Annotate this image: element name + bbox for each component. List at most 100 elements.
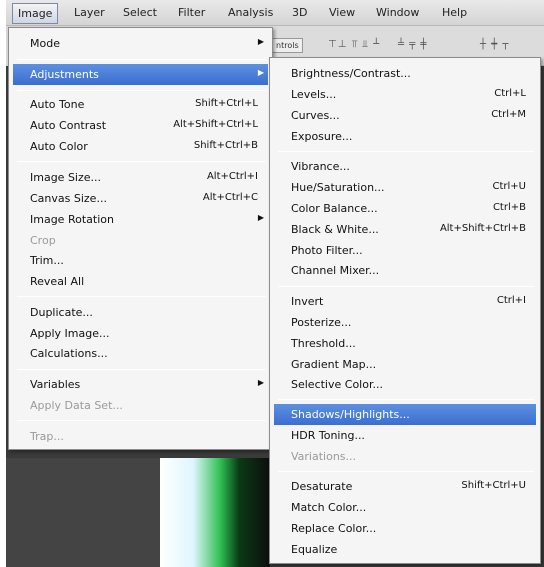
menu-separator bbox=[17, 59, 266, 60]
menu-item-label: Replace Color... bbox=[291, 522, 377, 535]
menu-image[interactable]: Image bbox=[12, 3, 59, 24]
adjustments-item-gradient-map[interactable]: Gradient Map... bbox=[274, 354, 536, 375]
submenu-arrow-icon: ▶ bbox=[257, 213, 264, 222]
adjustments-item-threshold[interactable]: Threshold... bbox=[274, 333, 536, 354]
menu-item-label: Reveal All bbox=[30, 275, 85, 288]
shortcut-label: Alt+Ctrl+I bbox=[206, 171, 258, 182]
menu-separator bbox=[17, 161, 266, 162]
menu-item-label: Threshold... bbox=[291, 337, 356, 350]
menu-item-label: Channel Mixer... bbox=[291, 264, 380, 277]
shortcut-label: Shift+Ctrl+L bbox=[195, 98, 258, 109]
menu-item-label: Crop bbox=[30, 234, 56, 247]
image-menu-item-auto-color[interactable]: Auto Color Shift+Ctrl+B bbox=[13, 136, 268, 157]
adjustments-item-shadows-highlights[interactable]: Shadows/Highlights... bbox=[274, 404, 536, 425]
canvas-background bbox=[6, 458, 160, 567]
adjustments-item-hdr-toning[interactable]: HDR Toning... bbox=[274, 425, 536, 446]
image-menu-item-auto-contrast[interactable]: Auto Contrast Alt+Shift+Ctrl+L bbox=[13, 115, 268, 136]
adjustments-item-levels[interactable]: Levels... Ctrl+L bbox=[274, 84, 536, 105]
adjustments-item-invert[interactable]: Invert Ctrl+I bbox=[274, 291, 536, 312]
menu-view[interactable]: View bbox=[329, 6, 355, 19]
image-menu-item-adjustments[interactable]: Adjustments ▶ bbox=[13, 64, 268, 85]
menu-item-label: Apply Data Set... bbox=[30, 399, 123, 412]
adjustments-submenu: Brightness/Contrast... Levels... Ctrl+L Cur… bbox=[269, 57, 541, 564]
image-menu-item-image-size[interactable]: Image Size... Alt+Ctrl+I bbox=[13, 167, 268, 188]
menu-item-label: Duplicate... bbox=[30, 306, 93, 319]
shortcut-label: Ctrl+B bbox=[492, 202, 526, 213]
image-menu-item-duplicate[interactable]: Duplicate... bbox=[13, 302, 268, 323]
menu-item-label: Variables bbox=[30, 378, 81, 391]
menu-analysis[interactable]: Analysis bbox=[228, 6, 273, 19]
image-menu-item-image-rotation[interactable]: Image Rotation ▶ bbox=[13, 209, 268, 230]
shortcut-label: Shift+Ctrl+B bbox=[193, 140, 258, 151]
menu-item-label: Apply Image... bbox=[30, 327, 110, 340]
shortcut-label: Ctrl+U bbox=[492, 181, 527, 192]
menu-separator bbox=[17, 369, 266, 370]
menu-separator bbox=[17, 420, 266, 421]
menu-item-label: Levels... bbox=[291, 88, 337, 101]
menu-item-label: Adjustments bbox=[30, 68, 99, 81]
menu-separator bbox=[278, 151, 534, 152]
submenu-arrow-icon: ▶ bbox=[257, 37, 264, 46]
menu-item-label: Color Balance... bbox=[291, 202, 378, 215]
align-icons[interactable]: ⊤⊥ ⫪ ⫫ ┴ bbox=[328, 39, 380, 50]
menu-item-label: Invert bbox=[291, 295, 324, 308]
adjustments-item-selective-color[interactable]: Selective Color... bbox=[274, 374, 536, 395]
adjustments-item-vibrance[interactable]: Vibrance... bbox=[274, 156, 536, 177]
adjustments-item-channel-mixer[interactable]: Channel Mixer... bbox=[274, 260, 536, 281]
shortcut-label: Alt+Ctrl+C bbox=[202, 192, 258, 203]
menu-item-label: Vibrance... bbox=[291, 160, 350, 173]
image-menu-item-crop: Crop bbox=[13, 230, 268, 251]
adjustments-item-equalize[interactable]: Equalize bbox=[274, 539, 536, 560]
menu-layer[interactable]: Layer bbox=[74, 6, 105, 19]
menu-item-label: HDR Toning... bbox=[291, 429, 365, 442]
menu-item-label: Photo Filter... bbox=[291, 244, 363, 257]
adjustments-item-photo-filter[interactable]: Photo Filter... bbox=[274, 240, 536, 261]
adjustments-item-desaturate[interactable]: Desaturate Shift+Ctrl+U bbox=[274, 476, 536, 497]
transform-controls-toggle[interactable]: ntrols bbox=[272, 38, 303, 53]
menu-item-label: Trap... bbox=[30, 430, 64, 443]
menu-item-label: Match Color... bbox=[291, 501, 367, 514]
menu-window[interactable]: Window bbox=[376, 6, 419, 19]
adjustments-item-black-white[interactable]: Black & White... Alt+Shift+Ctrl+B bbox=[274, 219, 536, 240]
image-menu-item-trap: Trap... bbox=[13, 426, 268, 447]
adjustments-item-exposure[interactable]: Exposure... bbox=[274, 126, 536, 147]
image-menu-item-calculations[interactable]: Calculations... bbox=[13, 343, 268, 364]
menu-item-label: Equalize bbox=[291, 543, 338, 556]
image-menu-item-reveal-all[interactable]: Reveal All bbox=[13, 271, 268, 292]
menu-item-label: Mode bbox=[30, 37, 60, 50]
adjustments-item-match-color[interactable]: Match Color... bbox=[274, 497, 536, 518]
image-menu-item-canvas-size[interactable]: Canvas Size... Alt+Ctrl+C bbox=[13, 188, 268, 209]
menu-filter[interactable]: Filter bbox=[178, 6, 205, 19]
submenu-arrow-icon: ▶ bbox=[257, 378, 264, 387]
menu-item-label: Shadows/Highlights... bbox=[291, 408, 410, 421]
adjustments-item-brightness-contrast[interactable]: Brightness/Contrast... bbox=[274, 63, 536, 84]
menu-item-label: Auto Contrast bbox=[30, 119, 107, 132]
document-image[interactable] bbox=[160, 458, 270, 567]
shortcut-label: Alt+Shift+Ctrl+L bbox=[173, 119, 258, 130]
adjustments-item-replace-color[interactable]: Replace Color... bbox=[274, 518, 536, 539]
menu-bar: Image Layer Select Filter Analysis 3D Vi… bbox=[6, 0, 544, 26]
image-menu-item-auto-tone[interactable]: Auto Tone Shift+Ctrl+L bbox=[13, 94, 268, 115]
shortcut-label: Ctrl+M bbox=[491, 109, 526, 120]
distribute-icons-2[interactable]: ┼ ┿ ┬ bbox=[480, 39, 509, 50]
adjustments-item-hue-saturation[interactable]: Hue/Saturation... Ctrl+U bbox=[274, 177, 536, 198]
adjustments-item-color-balance[interactable]: Color Balance... Ctrl+B bbox=[274, 198, 536, 219]
menu-3d[interactable]: 3D bbox=[292, 6, 307, 19]
menu-help[interactable]: Help bbox=[442, 6, 467, 19]
shortcut-label: Shift+Ctrl+U bbox=[461, 480, 526, 491]
distribute-icons[interactable]: ╧ ╤ ╪ bbox=[398, 39, 427, 50]
image-menu-item-mode[interactable]: Mode ▶ bbox=[13, 33, 268, 54]
menu-item-label: Exposure... bbox=[291, 130, 353, 143]
image-menu-item-trim[interactable]: Trim... bbox=[13, 250, 268, 271]
menu-item-label: Trim... bbox=[30, 254, 64, 267]
menu-separator bbox=[278, 399, 534, 400]
image-menu-item-variables[interactable]: Variables ▶ bbox=[13, 374, 268, 395]
image-menu-item-apply-image[interactable]: Apply Image... bbox=[13, 323, 268, 344]
menu-separator bbox=[17, 296, 266, 297]
menu-item-label: Curves... bbox=[291, 109, 340, 122]
menu-item-label: Hue/Saturation... bbox=[291, 181, 385, 194]
menu-item-label: Calculations... bbox=[30, 347, 108, 360]
menu-select[interactable]: Select bbox=[123, 6, 157, 19]
adjustments-item-posterize[interactable]: Posterize... bbox=[274, 312, 536, 333]
adjustments-item-curves[interactable]: Curves... Ctrl+M bbox=[274, 105, 536, 126]
